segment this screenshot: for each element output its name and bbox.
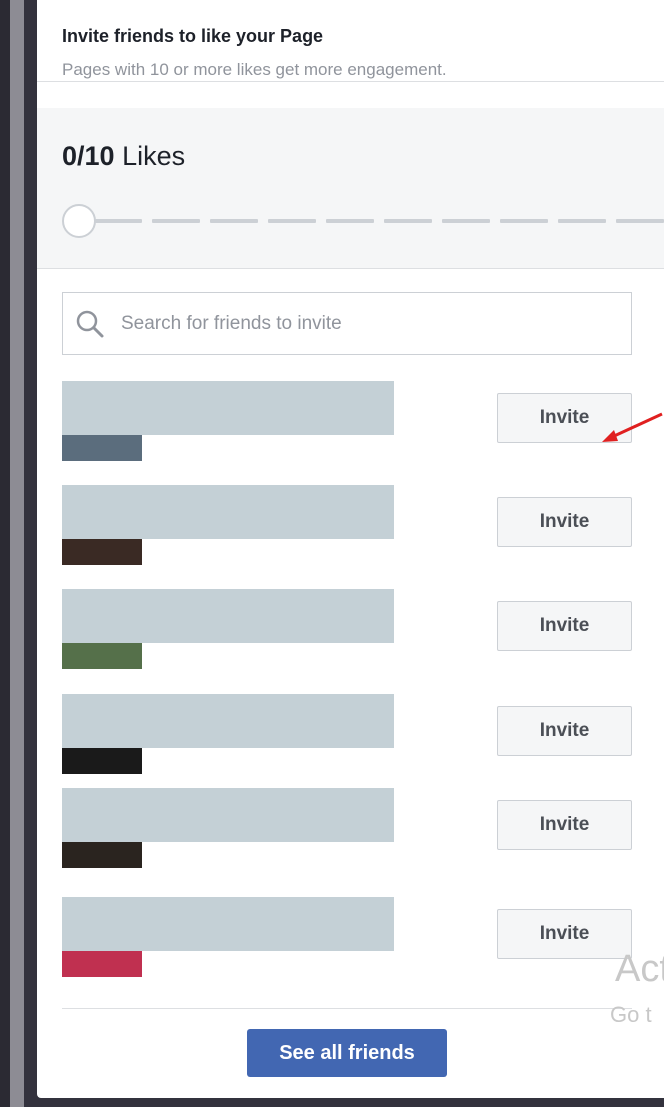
- likes-counter: 0/10 Likes: [62, 141, 185, 172]
- redacted-friend-name: [62, 589, 394, 643]
- likes-count: 0/10: [62, 141, 115, 171]
- panel-subtitle: Pages with 10 or more likes get more eng…: [62, 60, 447, 79]
- progress-segment: [384, 219, 432, 223]
- friend-row: Invite: [62, 381, 632, 481]
- friend-row: Invite: [62, 788, 632, 888]
- activate-windows-watermark: Act: [615, 948, 664, 990]
- invite-button[interactable]: Invite: [497, 706, 632, 756]
- redacted-friend-name: [62, 788, 394, 842]
- progress-segment: [94, 219, 142, 223]
- progress-segment: [558, 219, 606, 223]
- redacted-friend-name: [62, 485, 394, 539]
- panel-header: Invite friends to like your Page Pages w…: [37, 0, 664, 82]
- progress-segment: [152, 219, 200, 223]
- redacted-friend-name: [62, 897, 394, 951]
- panel-title: Invite friends to like your Page: [62, 26, 324, 46]
- redacted-friend-name: [62, 694, 394, 748]
- search-input[interactable]: [121, 293, 621, 354]
- friend-row: Invite: [62, 589, 632, 689]
- progress-segment: [500, 219, 548, 223]
- activate-windows-watermark-sub: Go t: [610, 1002, 652, 1027]
- progress-segment: [268, 219, 316, 223]
- red-arrow-annotation-icon: [602, 412, 663, 442]
- invite-button[interactable]: Invite: [497, 909, 632, 959]
- friend-row: Invite: [62, 485, 632, 585]
- see-all-friends-button[interactable]: See all friends: [247, 1029, 447, 1077]
- window-edge: [0, 0, 10, 1107]
- redacted-friend-name: [62, 381, 394, 435]
- progress-segment: [210, 219, 258, 223]
- likes-progress-section: 0/10 Likes: [37, 108, 664, 269]
- progress-segment: [326, 219, 374, 223]
- footer-divider: [62, 1008, 632, 1009]
- search-icon: [76, 310, 104, 338]
- friend-search-box[interactable]: [62, 292, 632, 355]
- friend-row: Invite: [62, 694, 632, 794]
- invite-button[interactable]: Invite: [497, 497, 632, 547]
- friend-row: Invite: [62, 897, 632, 997]
- invite-button[interactable]: Invite: [497, 800, 632, 850]
- likes-progress-track: [62, 204, 664, 238]
- progress-segment: [442, 219, 490, 223]
- progress-segment: [616, 219, 664, 223]
- progress-knob: [62, 204, 96, 238]
- invite-friends-panel: Invite friends to like your Page Pages w…: [37, 0, 664, 1098]
- invite-button[interactable]: Invite: [497, 601, 632, 651]
- likes-unit: Likes: [122, 141, 186, 171]
- scrollbar-track[interactable]: [10, 0, 24, 1107]
